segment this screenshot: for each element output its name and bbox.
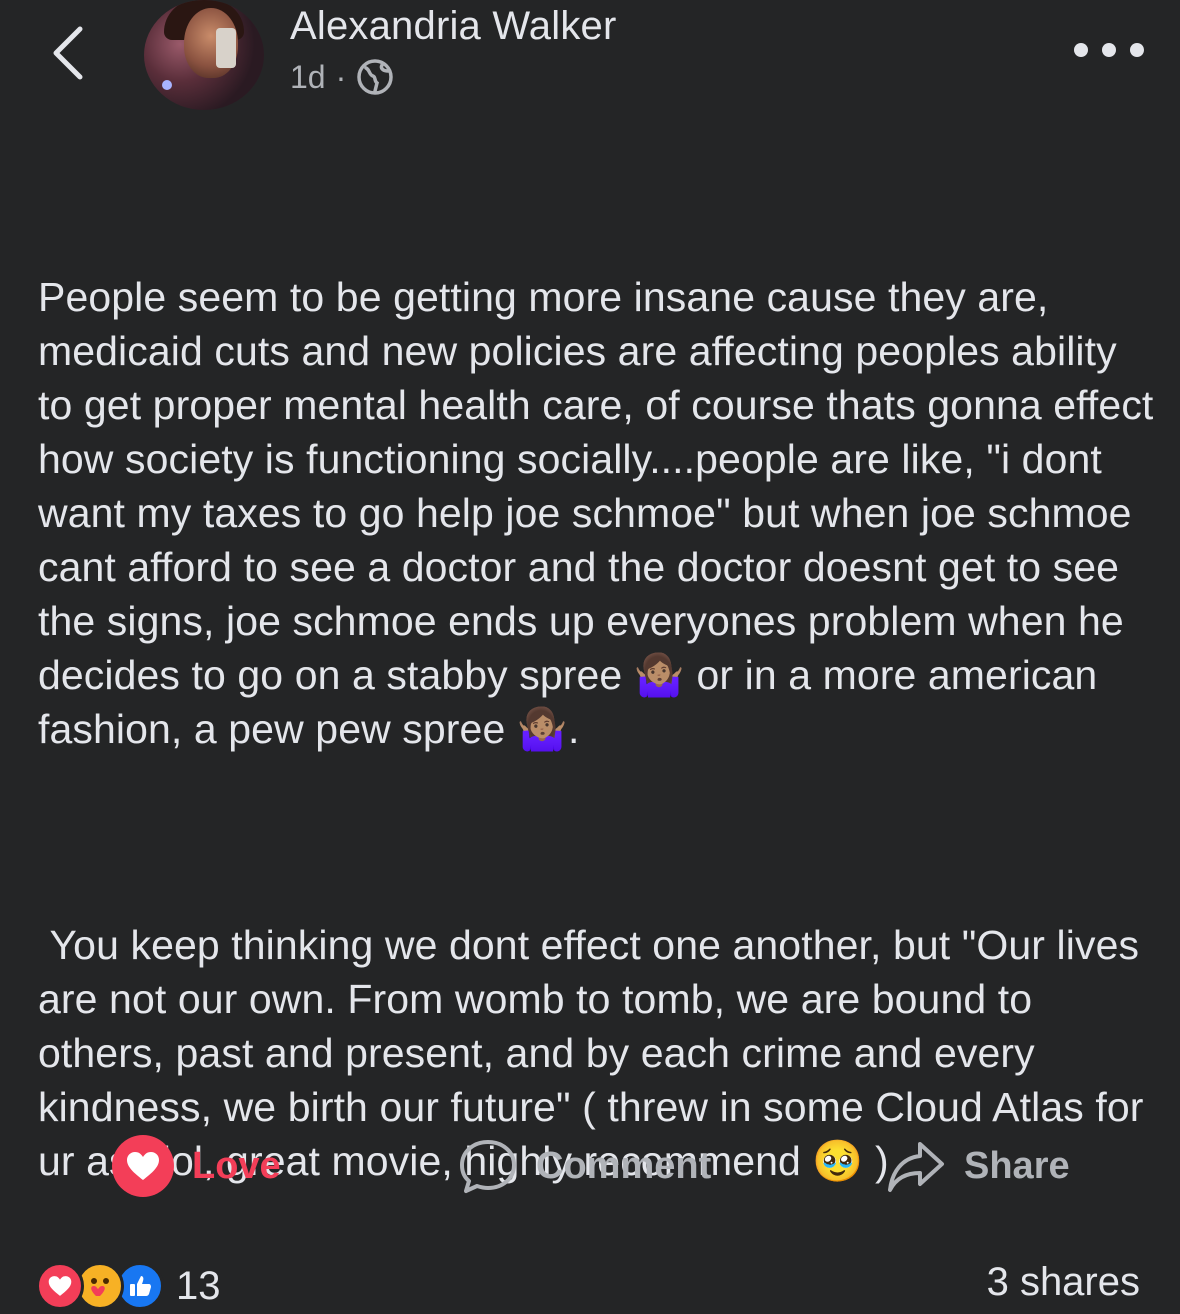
share-icon xyxy=(888,1142,944,1192)
more-dot-icon xyxy=(1102,43,1116,57)
reactions-summary[interactable]: 13 xyxy=(36,1258,221,1314)
more-dot-icon xyxy=(1074,43,1088,57)
post-meta: 1d · xyxy=(290,58,394,96)
comment-icon xyxy=(460,1140,516,1193)
love-icon xyxy=(36,1262,84,1310)
share-label: Share xyxy=(964,1144,1070,1187)
post-time: 1d xyxy=(290,58,326,95)
meta-separator: · xyxy=(335,58,347,95)
shares-count[interactable]: 3 shares xyxy=(987,1260,1140,1305)
reaction-count: 13 xyxy=(176,1263,221,1308)
more-dot-icon xyxy=(1130,43,1144,57)
post-screen: Alexandria Walker 1d · People seem to be… xyxy=(0,0,1180,1314)
chevron-left-icon xyxy=(53,26,83,80)
avatar[interactable] xyxy=(144,0,264,110)
post-body: People seem to be getting more insane ca… xyxy=(38,162,1158,1296)
more-options-button[interactable] xyxy=(1074,32,1144,68)
love-label: Love xyxy=(192,1144,281,1187)
post-paragraph-1: People seem to be getting more insane ca… xyxy=(38,274,1165,752)
comment-label: Comment xyxy=(536,1144,712,1187)
heart-icon xyxy=(112,1135,174,1197)
comment-button[interactable]: Comment xyxy=(458,1130,711,1202)
globe-icon xyxy=(357,59,393,95)
author-name[interactable]: Alexandria Walker xyxy=(290,4,617,49)
share-button[interactable]: Share xyxy=(886,1130,1070,1202)
action-bar: Love Comment Share xyxy=(0,1130,1180,1202)
love-button[interactable]: Love xyxy=(112,1130,281,1202)
back-button[interactable] xyxy=(40,18,96,88)
